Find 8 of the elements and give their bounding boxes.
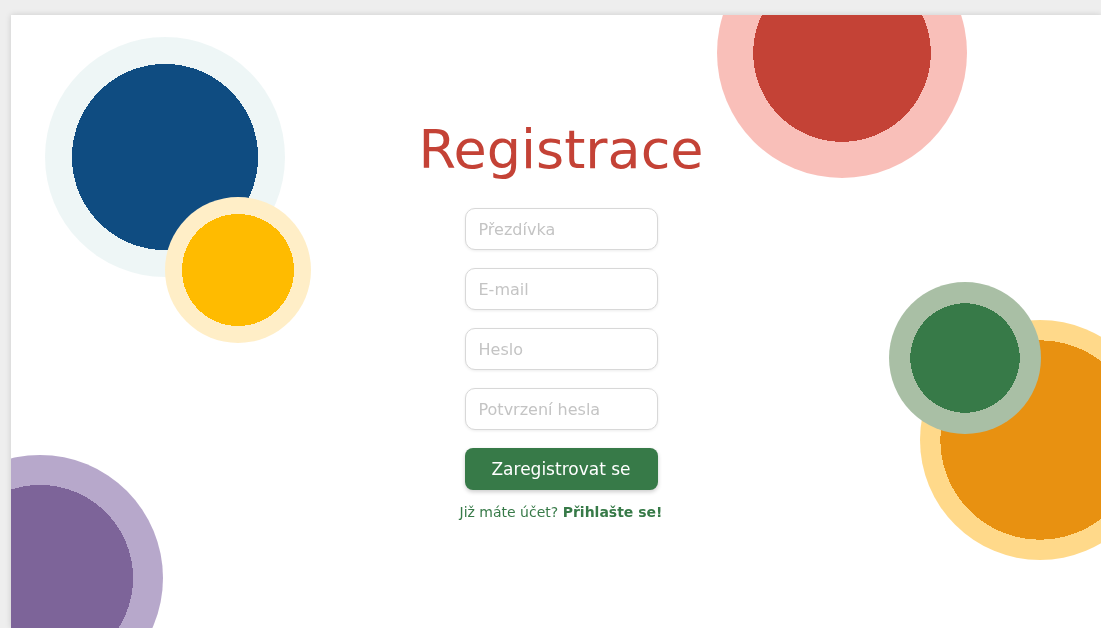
input-field[interactable]: Heslo [464,328,658,370]
register-button[interactable]: Zaregistrovat se [464,448,658,490]
login-prompt-text: Již máte účet? [459,504,559,520]
input-field[interactable]: E-mail [464,268,658,310]
login-link[interactable]: Přihlašte se! [562,504,663,520]
input-field[interactable]: Potvrzení hesla [464,388,658,430]
page-title: Registrace [418,117,704,183]
input-field[interactable]: Přezdívka [464,208,658,250]
